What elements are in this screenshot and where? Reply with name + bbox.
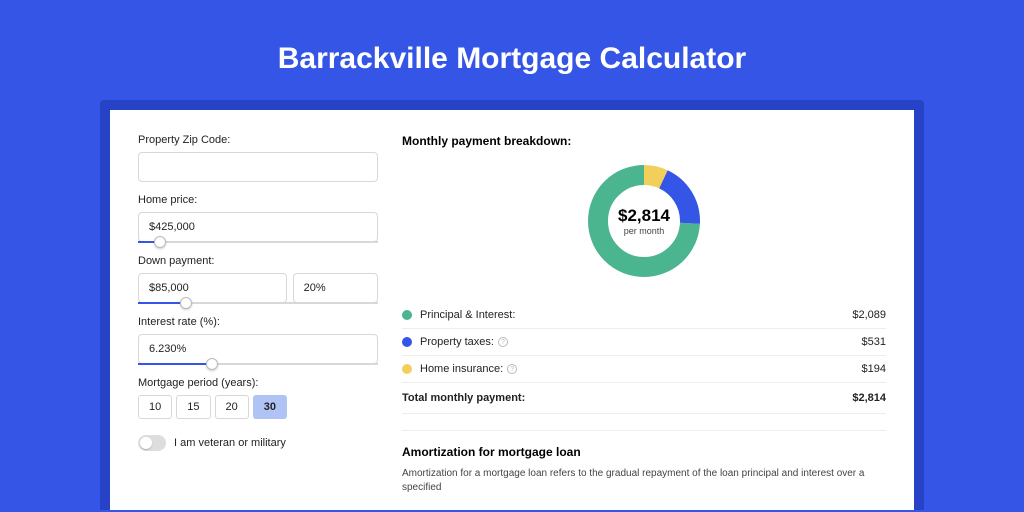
- period-label: Mortgage period (years):: [138, 377, 378, 389]
- help-icon[interactable]: ?: [498, 337, 508, 347]
- period-option-15[interactable]: 15: [176, 395, 210, 419]
- page-header: Barrackville Mortgage Calculator: [0, 0, 1024, 100]
- price-field: Home price:: [138, 194, 378, 243]
- period-option-10[interactable]: 10: [138, 395, 172, 419]
- donut-center: $2,814 per month: [583, 160, 705, 282]
- zip-label: Property Zip Code:: [138, 134, 378, 146]
- legend-label-principal: Principal & Interest:: [420, 309, 852, 321]
- legend-value-principal: $2,089: [852, 309, 886, 321]
- breakdown-column: Monthly payment breakdown: $2,814 per mo…: [402, 134, 886, 486]
- legend-dot-tax: [402, 337, 412, 347]
- form-column: Property Zip Code: Home price: Down paym…: [138, 134, 378, 486]
- down-payment-slider[interactable]: [138, 302, 378, 304]
- legend-row-insurance: Home insurance: ? $194: [402, 356, 886, 383]
- down-payment-amount-input[interactable]: [138, 273, 287, 303]
- breakdown-title: Monthly payment breakdown:: [402, 134, 886, 148]
- rate-input[interactable]: [138, 334, 378, 364]
- amortization-body: Amortization for a mortgage loan refers …: [402, 467, 886, 495]
- price-slider-thumb[interactable]: [154, 236, 166, 248]
- donut-wrap: $2,814 per month: [402, 160, 886, 282]
- amortization-section: Amortization for mortgage loan Amortizat…: [402, 430, 886, 495]
- down-payment-slider-thumb[interactable]: [180, 297, 192, 309]
- calculator-panel: Property Zip Code: Home price: Down paym…: [110, 110, 914, 510]
- rate-field: Interest rate (%):: [138, 316, 378, 365]
- rate-slider-fill: [138, 363, 212, 365]
- down-payment-field: Down payment:: [138, 255, 378, 304]
- period-option-20[interactable]: 20: [215, 395, 249, 419]
- price-label: Home price:: [138, 194, 378, 206]
- legend-dot-insurance: [402, 364, 412, 374]
- legend-label-tax-text: Property taxes:: [420, 336, 494, 348]
- legend-row-principal: Principal & Interest: $2,089: [402, 302, 886, 329]
- rate-label: Interest rate (%):: [138, 316, 378, 328]
- legend-row-tax: Property taxes: ? $531: [402, 329, 886, 356]
- veteran-field: I am veteran or military: [138, 435, 378, 451]
- donut-amount: $2,814: [618, 206, 670, 226]
- rate-slider[interactable]: [138, 363, 378, 365]
- legend-dot-principal: [402, 310, 412, 320]
- legend-value-insurance: $194: [862, 363, 886, 375]
- period-option-30[interactable]: 30: [253, 395, 287, 419]
- page-title: Barrackville Mortgage Calculator: [0, 42, 1024, 76]
- zip-field: Property Zip Code:: [138, 134, 378, 182]
- legend-label-total: Total monthly payment:: [402, 392, 852, 404]
- donut-chart: $2,814 per month: [583, 160, 705, 282]
- down-payment-percent-input[interactable]: [293, 273, 378, 303]
- legend-label-insurance-text: Home insurance:: [420, 363, 503, 375]
- legend-value-total: $2,814: [852, 392, 886, 404]
- legend-value-tax: $531: [862, 336, 886, 348]
- zip-input[interactable]: [138, 152, 378, 182]
- help-icon[interactable]: ?: [507, 364, 517, 374]
- down-payment-slider-fill: [138, 302, 186, 304]
- legend-row-total: Total monthly payment: $2,814: [402, 383, 886, 414]
- donut-sub: per month: [624, 226, 665, 236]
- veteran-label: I am veteran or military: [174, 437, 286, 449]
- price-slider[interactable]: [138, 241, 378, 243]
- legend-label-tax: Property taxes: ?: [420, 336, 862, 348]
- period-field: Mortgage period (years): 10 15 20 30: [138, 377, 378, 419]
- amortization-title: Amortization for mortgage loan: [402, 445, 886, 459]
- rate-slider-thumb[interactable]: [206, 358, 218, 370]
- panel-shadow: Property Zip Code: Home price: Down paym…: [100, 100, 924, 510]
- veteran-toggle[interactable]: [138, 435, 166, 451]
- period-options: 10 15 20 30: [138, 395, 378, 419]
- price-input[interactable]: [138, 212, 378, 242]
- down-payment-label: Down payment:: [138, 255, 378, 267]
- legend-label-insurance: Home insurance: ?: [420, 363, 862, 375]
